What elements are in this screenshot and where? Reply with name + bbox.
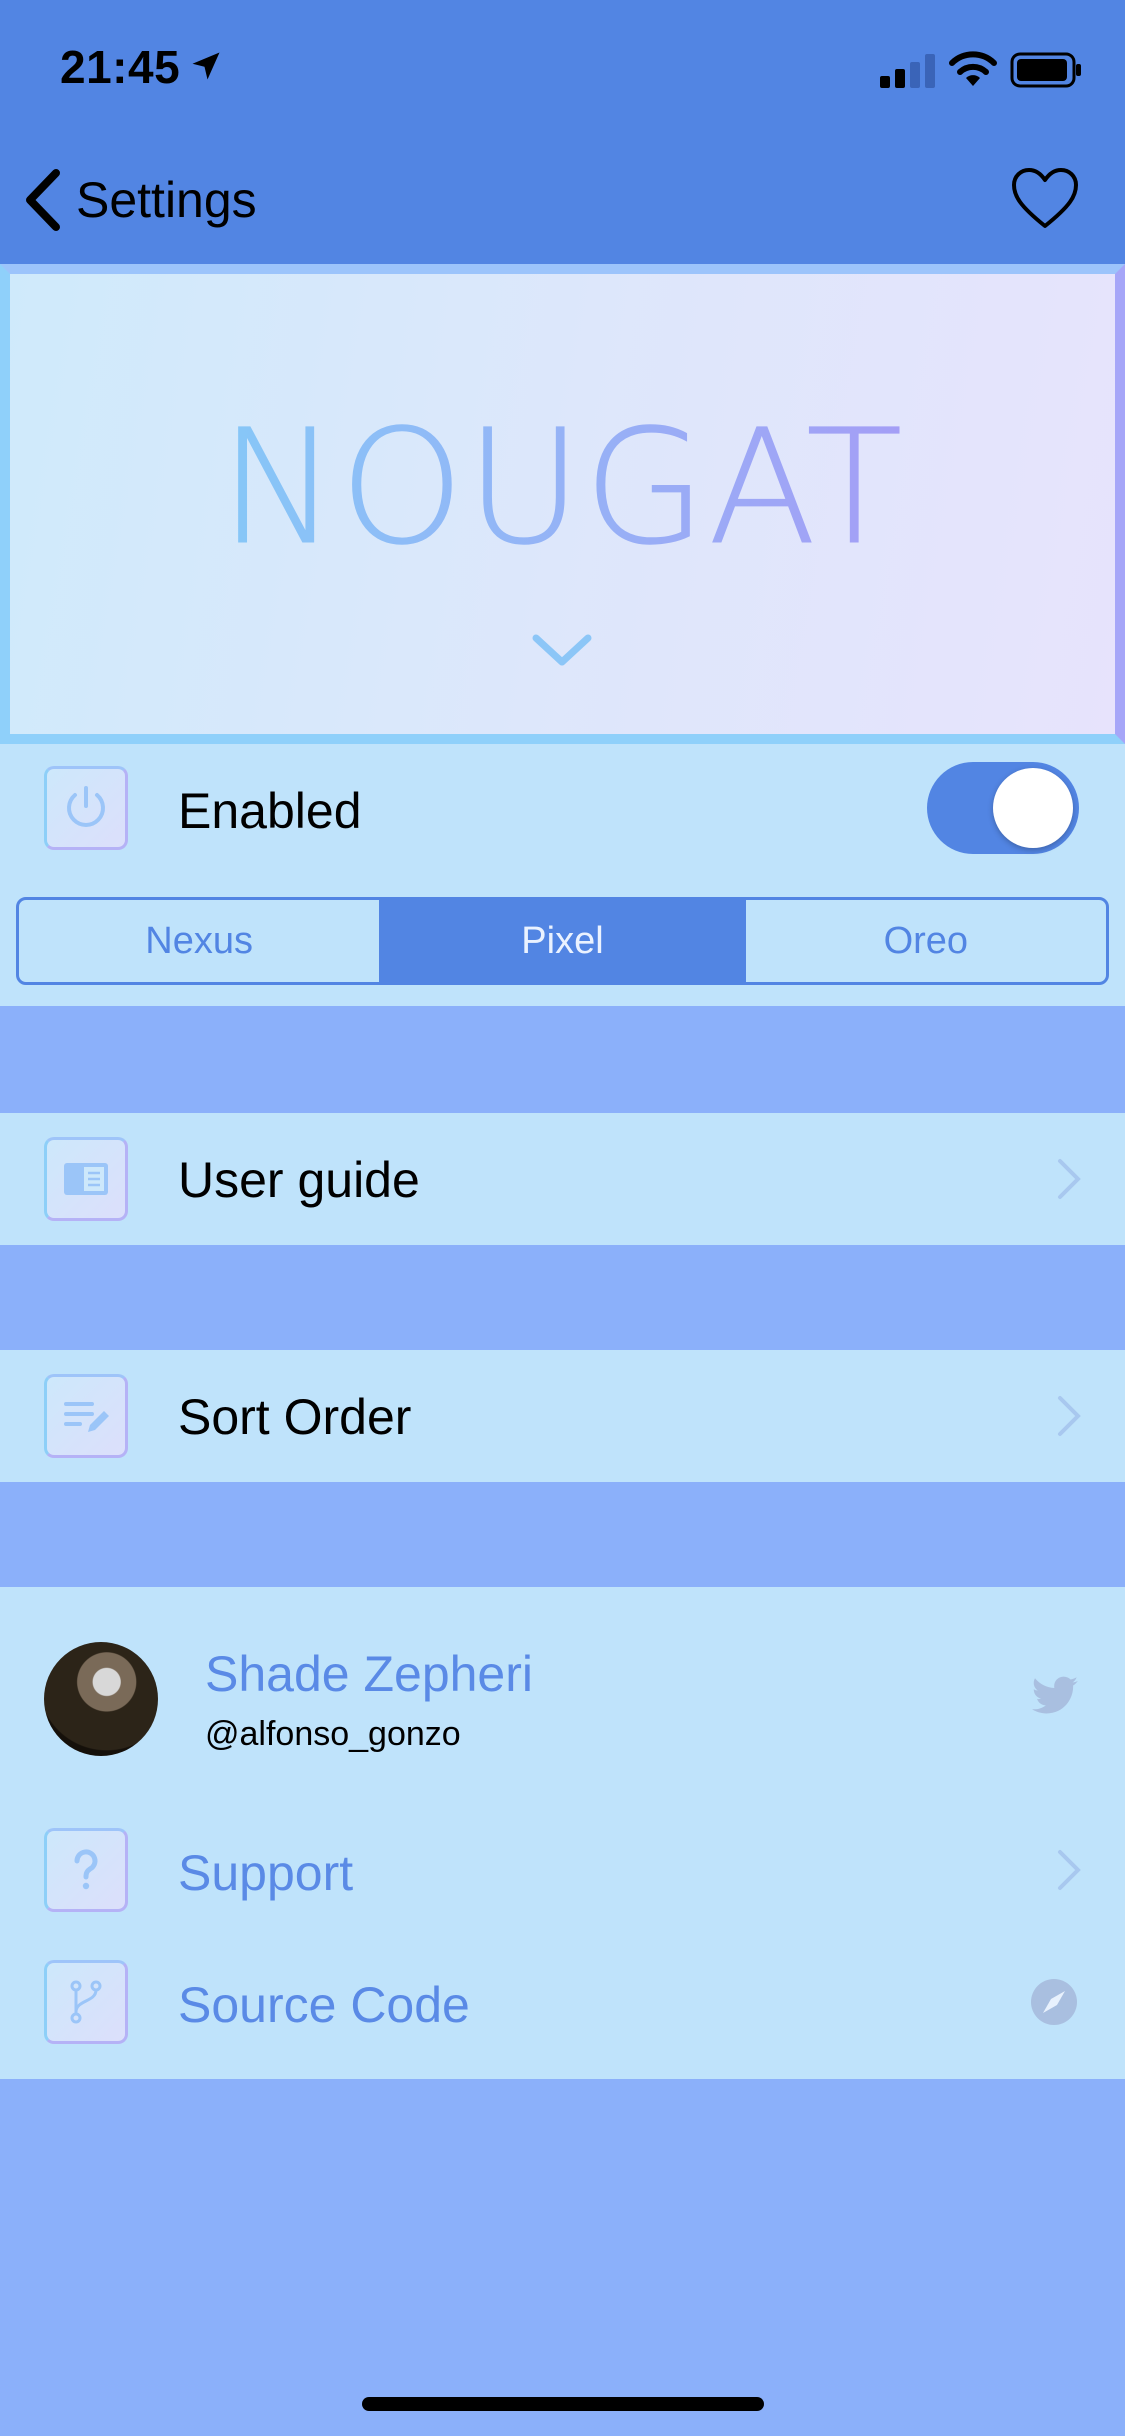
segment-nexus[interactable]: Nexus bbox=[19, 900, 379, 982]
heart-icon[interactable] bbox=[1010, 166, 1080, 232]
avatar bbox=[44, 1642, 158, 1756]
author-handle: @alfonso_gonzo bbox=[205, 1715, 461, 1753]
book-icon bbox=[44, 1137, 128, 1221]
enabled-label: Enabled bbox=[178, 783, 362, 839]
wifi-icon bbox=[949, 51, 997, 86]
status-time: 21:45 bbox=[60, 41, 181, 93]
twitter-icon[interactable] bbox=[1030, 1675, 1080, 1719]
support-label: Support bbox=[178, 1845, 354, 1901]
source-code-row[interactable]: Source Code bbox=[0, 1960, 1125, 2076]
author-name[interactable]: Shade Zepheri bbox=[205, 1645, 533, 1703]
compass-icon bbox=[1031, 1979, 1077, 2025]
user-guide-label: User guide bbox=[178, 1152, 420, 1208]
toggle-knob bbox=[993, 768, 1073, 848]
back-button-label: Settings bbox=[76, 172, 257, 228]
support-row[interactable]: Support bbox=[0, 1828, 1125, 1944]
cellular-signal-icon bbox=[880, 54, 935, 88]
chevron-left-icon bbox=[26, 169, 60, 231]
back-button[interactable]: Settings bbox=[20, 160, 257, 240]
chevron-down-icon[interactable] bbox=[530, 630, 594, 670]
style-segmented-control: Nexus Pixel Oreo bbox=[16, 897, 1109, 985]
question-mark-icon bbox=[44, 1828, 128, 1912]
sort-order-row[interactable]: Sort Order bbox=[0, 1350, 1125, 1482]
home-indicator[interactable] bbox=[362, 2397, 764, 2411]
segment-pixel[interactable]: Pixel bbox=[379, 900, 743, 982]
chevron-right-icon bbox=[1058, 1850, 1081, 1890]
header-banner: NOUGAT bbox=[0, 264, 1125, 744]
edit-list-icon bbox=[44, 1374, 128, 1458]
source-code-label: Source Code bbox=[178, 1977, 470, 2033]
svg-text:NOUGAT: NOUGAT bbox=[220, 420, 905, 560]
banner-title: NOUGAT bbox=[219, 420, 905, 560]
location-arrow-icon bbox=[192, 52, 220, 80]
credits-section: Shade Zepheri @alfonso_gonzo Support Sou… bbox=[0, 1587, 1125, 2079]
branch-icon bbox=[44, 1960, 128, 2044]
chevron-right-icon bbox=[1058, 1396, 1081, 1436]
user-guide-row[interactable]: User guide bbox=[0, 1113, 1125, 1245]
chevron-right-icon bbox=[1058, 1159, 1081, 1199]
power-icon bbox=[44, 766, 128, 850]
segment-oreo[interactable]: Oreo bbox=[742, 900, 1106, 982]
enabled-toggle[interactable] bbox=[927, 762, 1079, 854]
battery-icon bbox=[1010, 52, 1081, 88]
sort-order-label: Sort Order bbox=[178, 1389, 412, 1445]
